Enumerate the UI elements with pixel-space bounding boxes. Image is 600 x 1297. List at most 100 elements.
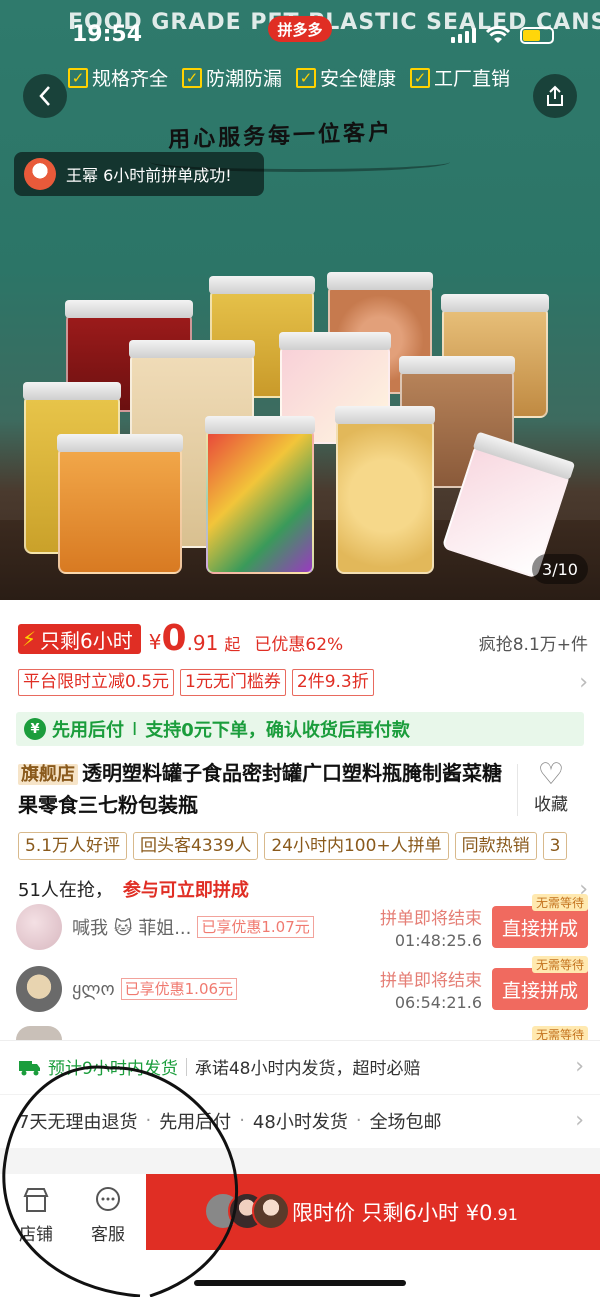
avatar <box>16 966 62 1012</box>
image-counter: 3/10 <box>532 554 588 584</box>
status-time: 19:54 <box>72 22 143 47</box>
buy-now-button[interactable]: 限时价 只剩6小时 ¥0.91 <box>146 1174 600 1250</box>
price-integer: 0 <box>161 618 187 659</box>
customer-service-button[interactable]: 客服 <box>78 1186 138 1245</box>
service-item: 先用后付 <box>159 1111 232 1133</box>
countdown: 01:48:25.6 <box>394 931 482 950</box>
favorite-label: 收藏 <box>534 795 568 815</box>
avatar <box>16 1026 62 1040</box>
countdown: 06:54:21.6 <box>394 993 482 1012</box>
service-item: 7天无理由退货 <box>18 1111 138 1133</box>
avatar <box>24 158 56 190</box>
group-member-name: 喊我 🐱 菲姐... <box>72 918 192 939</box>
home-indicator <box>194 1280 406 1286</box>
join-group-button[interactable]: 无需等待 直接拼成 <box>492 894 588 948</box>
service-item: 48小时发货 <box>252 1111 348 1133</box>
review-tags: 5.1万人好评 回头客4339人 24小时内100+人拼单 同款热销 3 <box>18 832 600 860</box>
group-member-saved: 已享优惠1.06元 <box>120 978 238 1000</box>
check-icon: ✓ <box>182 67 203 88</box>
chevron-left-icon <box>39 86 50 106</box>
product-title: 旗舰店 透明塑料罐子食品密封罐广口塑料瓶腌制酱菜糖果零食三七粉包装瓶 <box>18 758 518 821</box>
pay-later-bar[interactable]: ¥ 先用后付 I 支持0元下单，确认收货后再付款 <box>16 712 584 746</box>
buy-label: 限时价 只剩6小时 ¥0 <box>292 1201 493 1225</box>
coupon-row[interactable]: 平台限时立减0.5元 1元无门槛券 2件9.3折 › <box>18 668 588 696</box>
no-wait-badge: 无需等待 <box>531 956 588 973</box>
chat-icon <box>96 1187 120 1211</box>
group-cta: 参与可立即拼成 <box>122 880 249 901</box>
wifi-icon <box>486 26 510 43</box>
review-tag[interactable]: 同款热销 <box>454 832 537 860</box>
share-icon <box>547 85 563 106</box>
brand-logo: 拼多多 <box>268 16 332 42</box>
chevron-right-icon[interactable]: › <box>575 1108 584 1133</box>
shipping-promise: 承诺48小时内发货，超时必赔 <box>194 1059 421 1079</box>
divider <box>185 1057 187 1076</box>
toast-text: 王幂 6小时前拼单成功! <box>66 166 232 185</box>
group-buy-row: 喊我 🐱 菲姐... 已享优惠1.07元 拼单即将结束 01:48:25.6 无… <box>16 894 588 952</box>
status-icons <box>451 26 554 44</box>
price-row: ⚡ 只剩6小时 ¥ 0 .91 起 已优惠62% 疯抢8.1万+件 <box>18 618 588 659</box>
service-item: 全场包邮 <box>369 1111 442 1133</box>
no-wait-badge: 无需等待 <box>531 894 588 911</box>
review-tag[interactable]: 24小时内100+人拼单 <box>264 832 449 860</box>
pay-later-desc: 支持0元下单，确认收货后再付款 <box>145 720 410 741</box>
product-image-carousel[interactable]: FOOD GRADE PET PLASTIC SEALED CANS 拼多多 1… <box>0 0 600 600</box>
check-icon: ✓ <box>68 67 88 88</box>
chevron-right-icon[interactable]: › <box>579 670 588 695</box>
chevron-right-icon[interactable]: › <box>575 1054 584 1079</box>
bottom-action-bar: 店铺 客服 限时价 只剩6小时 ¥0.91 <box>0 1174 600 1297</box>
battery-icon <box>520 26 554 44</box>
review-tag[interactable]: 3 <box>542 832 568 860</box>
flagship-store-badge: 旗舰店 <box>18 764 78 785</box>
group-buy-header[interactable]: 51人在抢， 参与可立即拼成 › <box>18 876 588 902</box>
group-success-toast: 王幂 6小时前拼单成功! <box>14 152 264 196</box>
price-currency: ¥ <box>148 630 162 654</box>
shipping-eta: 预计9小时内发货 <box>48 1059 178 1079</box>
feature-item: ✓ 工厂直销 <box>410 64 510 91</box>
divider <box>517 764 518 816</box>
heart-icon: ♡ <box>537 757 565 792</box>
pay-later-label: 先用后付 <box>52 720 124 741</box>
coupon-tag[interactable]: 1元无门槛券 <box>180 668 286 696</box>
group-count: 51人在抢， <box>18 880 113 901</box>
product-title-text: 透明塑料罐子食品密封罐广口塑料瓶腌制酱菜糖果零食三七粉包装瓶 <box>18 761 502 817</box>
group-status: 拼单即将结束 06:54:21.6 <box>380 971 482 1012</box>
feature-list: ✓ 规格齐全 ✓ 防潮防漏 ✓ 安全健康 ✓ 工厂直销 <box>68 64 510 91</box>
pay-later-icon: ¥ <box>24 718 46 740</box>
group-buy-row: 无需等待 <box>16 1026 588 1040</box>
shipping-row[interactable]: 预计9小时内发货 承诺48小时内发货，超时必赔 › <box>0 1040 600 1092</box>
review-tag[interactable]: 回头客4339人 <box>133 832 259 860</box>
favorite-button[interactable]: ♡ 收藏 <box>526 757 576 816</box>
signal-icon <box>451 27 476 43</box>
join-group-button[interactable]: 无需等待 直接拼成 <box>492 956 588 1010</box>
pay-later-separator: I <box>132 718 138 740</box>
coupon-tag[interactable]: 2件9.3折 <box>291 668 374 696</box>
avatar <box>16 904 62 950</box>
flash-sale-badge: ⚡ 只剩6小时 <box>18 624 141 654</box>
lightning-icon: ⚡ <box>22 627 37 651</box>
share-button[interactable] <box>533 74 577 118</box>
price-suffix: 起 <box>224 635 241 654</box>
check-icon: ✓ <box>410 67 431 88</box>
service-row[interactable]: 7天无理由退货 · 先用后付 · 48小时发货 · 全场包邮 › <box>0 1094 600 1146</box>
price-decimal: .91 <box>186 631 219 655</box>
sold-count: 疯抢8.1万+件 <box>478 634 588 655</box>
group-status: 拼单即将结束 01:48:25.6 <box>380 909 482 950</box>
section-gap <box>0 1148 600 1174</box>
group-member-saved: 已享优惠1.07元 <box>197 916 314 938</box>
group-member-name: ყლო <box>72 978 115 1000</box>
back-button[interactable] <box>23 74 67 118</box>
group-buy-row: ყლო 已享优惠1.06元 拼单即将结束 06:54:21.6 无需等待 直接拼… <box>16 956 588 1014</box>
check-icon: ✓ <box>296 67 317 88</box>
store-icon <box>23 1188 49 1212</box>
review-tag[interactable]: 5.1万人好评 <box>18 832 128 860</box>
buyer-avatars <box>204 1192 290 1232</box>
feature-item: ✓ 防潮防漏 <box>182 64 282 91</box>
coupon-tag[interactable]: 平台限时立减0.5元 <box>18 668 175 696</box>
store-button[interactable]: 店铺 <box>6 1186 66 1245</box>
feature-item: ✓ 规格齐全 <box>68 64 168 91</box>
avatar <box>252 1192 290 1230</box>
discount-text: 已优惠62% <box>254 634 344 655</box>
no-wait-badge: 无需等待 <box>531 1026 588 1040</box>
slogan-text: 用心服务每一位客户 <box>167 120 394 153</box>
